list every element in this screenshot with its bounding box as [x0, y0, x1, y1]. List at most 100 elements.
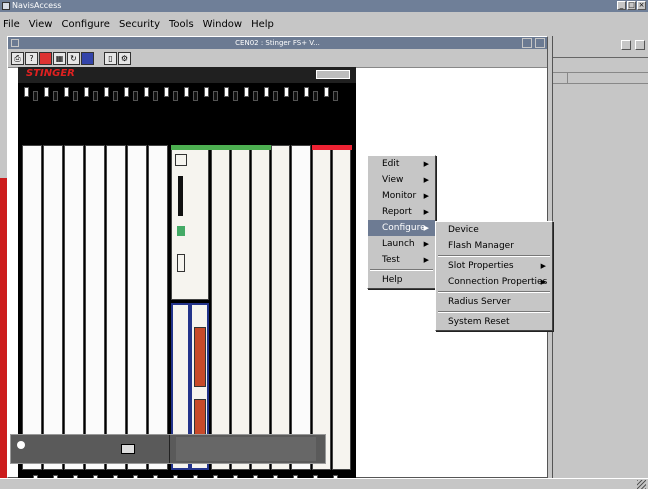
context-menu-test[interactable]: Test ▶	[368, 252, 435, 268]
submenu-arrow-icon: ▶	[423, 256, 429, 264]
alarm-led-strip	[312, 145, 352, 150]
slot-connector-top	[22, 83, 41, 105]
menu-tools[interactable]: Tools	[169, 19, 194, 30]
app-title: NavisAccess	[12, 1, 62, 10]
stop-icon[interactable]	[81, 52, 94, 65]
adsl-card[interactable]	[332, 145, 351, 470]
slot-connector-top	[262, 83, 281, 105]
submenu-separator	[438, 291, 550, 293]
controller-slot-icon	[178, 176, 183, 216]
chassis-slot[interactable]	[291, 145, 311, 470]
configure-submenu: Device Flash Manager Slot Properties ▶ Co…	[435, 221, 553, 331]
context-menu-edit-label: Edit	[382, 159, 400, 169]
adsl-card[interactable]	[271, 145, 290, 470]
menubar: File View Configure Security Tools Windo…	[0, 12, 648, 36]
chassis-window-titlebar[interactable]: CEN02 : Stinger FS+ V...	[8, 37, 547, 49]
slot-connector-top	[162, 83, 181, 105]
submenu-flash-manager[interactable]: Flash Manager	[436, 238, 552, 254]
submenu-slot-properties-label: Slot Properties	[448, 261, 514, 271]
slot-connector-top	[122, 83, 141, 105]
context-menu-configure[interactable]: Configure ▶	[368, 220, 435, 236]
chart-icon[interactable]: ▦	[53, 52, 66, 65]
print-icon[interactable]: ⎙	[11, 52, 24, 65]
chassis-slot[interactable]	[64, 145, 84, 470]
chassis-maximize-icon[interactable]	[535, 38, 545, 48]
resize-grip-icon[interactable]	[637, 480, 646, 489]
controller-led-icon	[177, 226, 185, 236]
submenu-device-label: Device	[448, 225, 479, 235]
app-titlebar: NavisAccess _ □ ×	[0, 0, 648, 12]
app-system-menu-icon[interactable]	[2, 2, 10, 10]
context-menu-launch[interactable]: Launch ▶	[368, 236, 435, 252]
slot-connector-top	[62, 83, 81, 105]
menu-window[interactable]: Window	[203, 19, 242, 30]
context-menu-edit[interactable]: Edit ▶	[368, 156, 435, 172]
chassis-badge	[316, 70, 350, 79]
menu-configure[interactable]: Configure	[61, 19, 109, 30]
menu-help[interactable]: Help	[251, 19, 274, 30]
chassis-slot[interactable]	[106, 145, 126, 470]
submenu-arrow-icon: ▶	[540, 278, 546, 286]
refresh-icon[interactable]: ↻	[67, 52, 80, 65]
slot-connector-top	[102, 83, 121, 105]
chassis-slot[interactable]	[148, 145, 168, 470]
context-menu-monitor-label: Monitor	[382, 191, 417, 201]
chassis-slot[interactable]	[22, 145, 42, 470]
chassis-window-title: CEN02 : Stinger FS+ V...	[235, 39, 320, 47]
power-unit-2	[176, 437, 316, 461]
slot-connector-top	[182, 83, 201, 105]
front-view-icon[interactable]: ▯	[104, 52, 117, 65]
chassis-slot[interactable]	[127, 145, 147, 470]
chassis-window-menu-icon[interactable]	[11, 39, 19, 47]
context-menu-configure-label: Configure	[382, 223, 426, 233]
help-icon[interactable]: ?	[25, 52, 38, 65]
controller-display-icon	[175, 154, 187, 166]
submenu-arrow-icon: ▶	[423, 208, 429, 216]
status-led-strip	[171, 145, 271, 150]
slot-connector-top	[302, 83, 321, 105]
close-button[interactable]: ×	[637, 1, 646, 10]
menu-view[interactable]: View	[29, 19, 53, 30]
controller-card[interactable]	[171, 145, 209, 300]
submenu-radius-server[interactable]: Radius Server	[436, 294, 552, 310]
menu-security[interactable]: Security	[119, 19, 160, 30]
slot-connector-top	[282, 83, 301, 105]
context-menu-launch-label: Launch	[382, 239, 415, 249]
chassis-slot[interactable]	[85, 145, 105, 470]
context-menu-view[interactable]: View ▶	[368, 172, 435, 188]
context-menu-monitor[interactable]: Monitor ▶	[368, 188, 435, 204]
stinger-chassis: STINGER	[18, 67, 356, 489]
adsl-card[interactable]	[251, 145, 270, 470]
submenu-connection-properties[interactable]: Connection Properties ▶	[436, 274, 552, 290]
submenu-flash-manager-label: Flash Manager	[448, 241, 514, 251]
submenu-separator	[438, 255, 550, 257]
submenu-arrow-icon: ▶	[423, 176, 429, 184]
submenu-connection-properties-label: Connection Properties	[448, 277, 548, 287]
menu-file[interactable]: File	[3, 19, 20, 30]
controller-serial-port-icon	[177, 254, 185, 272]
context-menu-report[interactable]: Report ▶	[368, 204, 435, 220]
chassis-slot[interactable]	[43, 145, 63, 470]
maximize-button[interactable]: □	[627, 1, 636, 10]
submenu-slot-properties[interactable]: Slot Properties ▶	[436, 258, 552, 274]
side-window[interactable]	[552, 36, 648, 478]
adsl-card[interactable]	[231, 145, 250, 470]
submenu-device[interactable]: Device	[436, 222, 552, 238]
side-maximize-icon[interactable]	[635, 40, 645, 50]
context-menu-separator	[370, 269, 433, 271]
minimize-button[interactable]: _	[617, 1, 626, 10]
submenu-system-reset[interactable]: System Reset	[436, 314, 552, 330]
context-menu-help[interactable]: Help	[368, 272, 435, 288]
adsl-card[interactable]	[312, 145, 331, 470]
power-status-icon	[121, 444, 135, 454]
chassis-minimize-icon[interactable]	[522, 38, 532, 48]
alarm-icon[interactable]	[39, 52, 52, 65]
submenu-arrow-icon: ▶	[423, 224, 429, 232]
context-menu-test-label: Test	[382, 255, 400, 265]
side-minimize-icon[interactable]	[621, 40, 631, 50]
rear-view-icon[interactable]: ⚙	[118, 52, 131, 65]
power-supply-panel[interactable]	[10, 434, 326, 464]
adsl-card[interactable]	[211, 145, 230, 470]
slot-connector-top	[242, 83, 261, 105]
slot-connector-top	[82, 83, 101, 105]
